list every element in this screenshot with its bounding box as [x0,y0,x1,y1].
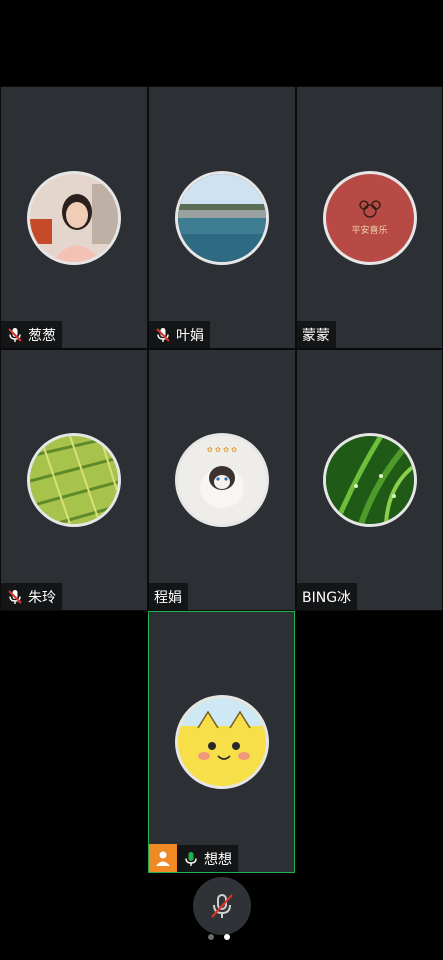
page-indicator [208,934,230,940]
participant-tile-chengjuan[interactable]: ✿ ✿ ✿ ✿ 程娟 [148,349,296,611]
participant-name: 朱玲 [28,589,56,606]
microphone-muted-icon [211,894,233,918]
avatar [27,433,121,527]
avatar: ✿ ✿ ✿ ✿ [175,433,269,527]
participant-tile-mengmeng[interactable]: 平安喜乐 蒙蒙 [296,86,443,349]
name-tag: 程娟 [149,583,188,610]
name-tag: 蒙蒙 [297,321,336,348]
svg-text:✿ ✿ ✿ ✿: ✿ ✿ ✿ ✿ [207,446,237,454]
participant-tile-congcong[interactable]: 葱葱 [0,86,148,349]
participant-name: 葱葱 [28,327,56,344]
microphone-muted-icon [8,589,22,604]
avatar [322,433,417,527]
name-tag: BING冰 [297,583,358,610]
participant-name: 叶娟 [176,327,204,344]
participant-name: BING冰 [302,589,352,606]
participant-name: 蒙蒙 [302,327,330,344]
self-badge-icon [149,844,177,872]
avatar [27,170,121,265]
name-tag: 想想 [177,845,238,872]
participant-tile-bingbing[interactable]: BING冰 [296,349,443,611]
mute-toggle-button[interactable] [193,877,251,935]
mouse-logo-icon [358,200,381,218]
name-tag: 葱葱 [1,321,62,348]
avatar [175,170,269,265]
avatar-text: 平安喜乐 [351,226,388,236]
page-dot[interactable] [208,934,214,940]
participant-tile-yejuan[interactable]: 叶娟 [148,86,296,349]
name-tag: 朱玲 [1,583,62,610]
page-dot-current[interactable] [224,934,230,940]
microphone-muted-icon [156,327,170,342]
participant-name: 程娟 [154,589,182,606]
microphone-active-icon [185,851,197,866]
avatar: 平安喜乐 [322,170,417,265]
participant-tile-self[interactable]: 想想 [148,611,295,873]
microphone-muted-icon [8,327,22,342]
participant-name: 想想 [204,851,232,868]
participant-tile-zhuling[interactable]: 朱玲 [0,349,148,611]
avatar [174,695,269,789]
name-tag: 叶娟 [149,321,210,348]
